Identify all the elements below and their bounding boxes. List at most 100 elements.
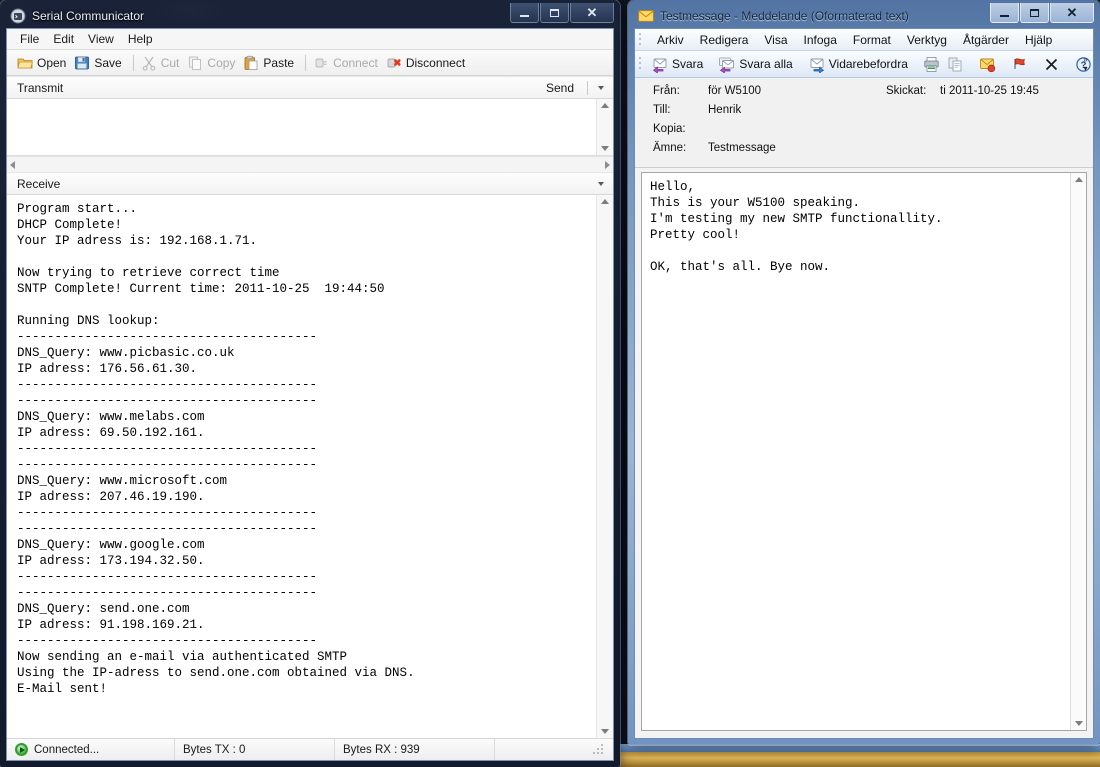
desktop-blue-band bbox=[620, 744, 1100, 753]
to-label: Till: bbox=[635, 104, 708, 116]
mail-window-title: Testmessage - Meddelande (Oformaterad te… bbox=[660, 9, 909, 23]
mail-body-vertical-scrollbar[interactable] bbox=[1070, 173, 1086, 730]
folder-open-icon bbox=[17, 55, 33, 71]
transmit-box[interactable] bbox=[7, 99, 613, 156]
status-grip-cell bbox=[495, 739, 613, 760]
scroll-left-icon[interactable] bbox=[10, 161, 15, 169]
mail-body-text: Hello, This is your W5100 speaking. I'm … bbox=[642, 173, 1070, 730]
minimize-button[interactable] bbox=[510, 3, 539, 23]
paste-label: Paste bbox=[263, 56, 294, 70]
scroll-right-icon[interactable] bbox=[605, 161, 610, 169]
serial-titlebar[interactable]: Serial Communicator ✕ bbox=[6, 4, 614, 28]
save-label: Save bbox=[94, 56, 121, 70]
follow-up-flag-button[interactable] bbox=[1009, 54, 1033, 75]
receive-dropdown-button[interactable] bbox=[592, 175, 609, 192]
disconnect-button[interactable]: Disconnect bbox=[384, 54, 471, 72]
transmit-vertical-scrollbar[interactable] bbox=[596, 99, 613, 155]
mail-titlebar[interactable]: Testmessage - Meddelande (Oformaterad te… bbox=[634, 4, 1094, 28]
header-row-subject: Ämne: Testmessage bbox=[635, 142, 1093, 161]
toolbar-gripper-icon[interactable] bbox=[638, 56, 646, 72]
reply-all-button[interactable]: Svara alla bbox=[716, 54, 797, 75]
open-button[interactable]: Open bbox=[15, 54, 72, 72]
copy-pages-button[interactable] bbox=[945, 54, 969, 75]
scroll-down-icon[interactable] bbox=[601, 729, 609, 734]
mail-header-fields: Från: för W5100 Skickat: ti 2011-10-25 1… bbox=[635, 78, 1093, 168]
save-button[interactable]: Save bbox=[72, 54, 127, 72]
plug-icon bbox=[313, 55, 329, 71]
menubar-gripper-icon[interactable] bbox=[638, 32, 646, 48]
delete-button[interactable] bbox=[1041, 54, 1065, 75]
scroll-up-icon[interactable] bbox=[601, 199, 609, 204]
subject-label: Ämne: bbox=[635, 142, 708, 154]
transmit-horizontal-scrollbar[interactable] bbox=[7, 156, 613, 172]
menu-hjalp[interactable]: Hjälp bbox=[1017, 31, 1060, 49]
mail-menubar[interactable]: Arkiv Redigera Visa Infoga Format Verkty… bbox=[635, 29, 1093, 51]
header-row-from: Från: för W5100 Skickat: ti 2011-10-25 1… bbox=[635, 85, 1093, 104]
print-icon bbox=[923, 56, 940, 73]
menu-verktyg[interactable]: Verktyg bbox=[899, 31, 955, 49]
cut-label: Cut bbox=[161, 56, 180, 70]
receive-vertical-scrollbar[interactable] bbox=[596, 195, 613, 738]
mark-unread-button[interactable] bbox=[977, 54, 1001, 75]
status-bytes-rx: Bytes RX : 939 bbox=[335, 739, 495, 760]
copy-icon bbox=[187, 55, 203, 71]
scroll-up-icon[interactable] bbox=[1075, 177, 1083, 182]
transmit-input[interactable] bbox=[7, 99, 596, 155]
connect-label: Connect bbox=[333, 56, 378, 70]
menu-visa[interactable]: Visa bbox=[756, 31, 795, 49]
maximize-button[interactable] bbox=[540, 3, 569, 23]
menu-view[interactable]: View bbox=[83, 31, 123, 48]
menu-arkiv[interactable]: Arkiv bbox=[649, 31, 692, 49]
mail-window-controls[interactable]: ✕ bbox=[989, 3, 1094, 24]
print-button[interactable] bbox=[921, 54, 945, 75]
menu-help[interactable]: Help bbox=[123, 31, 162, 48]
sent-value: ti 2011-10-25 19:45 bbox=[940, 85, 1039, 97]
reply-all-label: Svara alla bbox=[739, 57, 792, 71]
green-play-circle-icon bbox=[15, 743, 28, 756]
paste-button[interactable]: Paste bbox=[241, 54, 300, 72]
minimize-button[interactable] bbox=[990, 3, 1019, 23]
serial-window-controls[interactable]: ✕ bbox=[509, 3, 614, 24]
mail-message-window[interactable]: Testmessage - Meddelande (Oformaterad te… bbox=[628, 0, 1100, 745]
mail-toolbar[interactable]: Svara Svara alla bbox=[635, 51, 1093, 78]
open-label: Open bbox=[37, 56, 66, 70]
receive-area[interactable]: Program start... DHCP Complete! Your IP … bbox=[7, 195, 613, 738]
menu-file[interactable]: File bbox=[15, 31, 48, 48]
to-value: Henrik bbox=[708, 104, 741, 116]
cut-button[interactable]: Cut bbox=[139, 54, 186, 72]
follow-up-flag-icon bbox=[1011, 56, 1028, 73]
copy-label: Copy bbox=[207, 56, 235, 70]
reply-button[interactable]: Svara bbox=[649, 54, 708, 75]
close-button[interactable]: ✕ bbox=[570, 3, 614, 23]
scroll-down-icon[interactable] bbox=[1075, 721, 1083, 726]
forward-button[interactable]: Vidarebefordra bbox=[806, 54, 913, 75]
transmit-dropdown-button[interactable] bbox=[592, 79, 609, 96]
menu-redigera[interactable]: Redigera bbox=[692, 31, 757, 49]
mail-client-area: Arkiv Redigera Visa Infoga Format Verkty… bbox=[634, 28, 1094, 739]
menu-edit[interactable]: Edit bbox=[48, 31, 83, 48]
serial-toolbar[interactable]: Open Save bbox=[7, 50, 613, 76]
clipboard-icon bbox=[243, 55, 259, 71]
toolbar-separator-1 bbox=[133, 55, 134, 71]
forward-icon bbox=[808, 56, 826, 73]
scroll-up-icon[interactable] bbox=[601, 103, 609, 108]
subject-value: Testmessage bbox=[708, 142, 776, 154]
scroll-down-icon[interactable] bbox=[601, 146, 609, 151]
send-button[interactable]: Send bbox=[537, 81, 583, 95]
toolbar-overflow-button[interactable]: » ▾ bbox=[1079, 52, 1092, 76]
mail-body-panel[interactable]: Hello, This is your W5100 speaking. I'm … bbox=[641, 172, 1087, 731]
menu-infoga[interactable]: Infoga bbox=[796, 31, 845, 49]
serial-communicator-window[interactable]: Serial Communicator ✕ File Edit View Hel… bbox=[0, 0, 620, 767]
menu-format[interactable]: Format bbox=[845, 31, 899, 49]
maximize-button[interactable] bbox=[1020, 3, 1049, 23]
from-value: för W5100 bbox=[708, 85, 858, 97]
serial-menubar[interactable]: File Edit View Help bbox=[7, 29, 613, 50]
connect-button[interactable]: Connect bbox=[311, 54, 384, 72]
plug-disconnect-icon bbox=[386, 55, 402, 71]
resize-grip-icon[interactable] bbox=[593, 744, 605, 756]
close-button[interactable]: ✕ bbox=[1050, 3, 1094, 23]
delete-x-icon bbox=[1043, 56, 1060, 73]
status-connection: Connected... bbox=[7, 739, 175, 760]
copy-button[interactable]: Copy bbox=[185, 54, 241, 72]
menu-atgarder[interactable]: Åtgärder bbox=[955, 31, 1017, 49]
